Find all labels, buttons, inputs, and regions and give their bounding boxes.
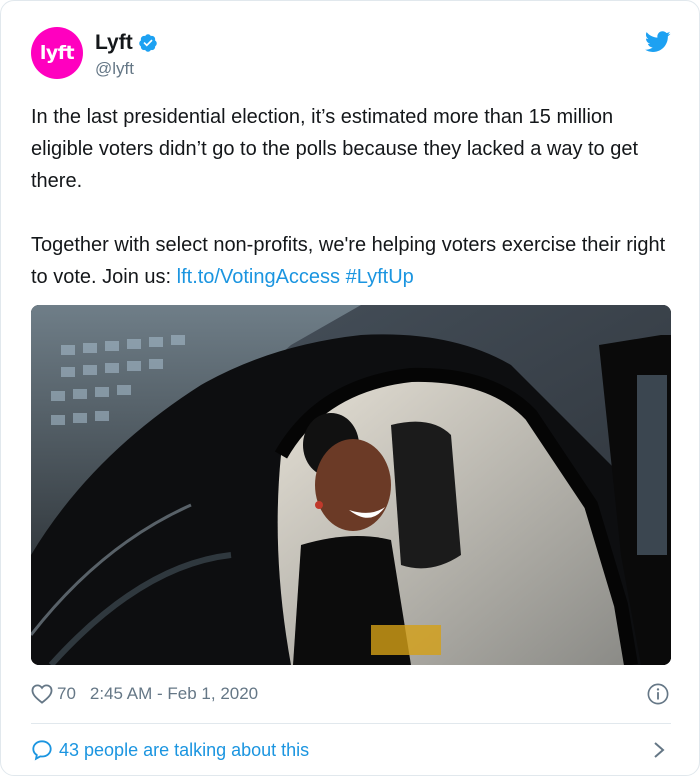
- talking-about-text: 43 people are talking about this: [59, 739, 310, 760]
- display-name[interactable]: Lyft: [95, 31, 133, 55]
- info-icon[interactable]: [647, 683, 669, 705]
- tweet-meta: 70 2:45 AM - Feb 1, 2020: [31, 679, 671, 709]
- tweet-paragraph-2: Together with select non-profits, we're …: [31, 229, 671, 293]
- like-count[interactable]: 70: [57, 684, 76, 704]
- tweet-header: lyft Lyft @lyft: [31, 27, 671, 83]
- voting-access-link[interactable]: lft.to/VotingAccess: [177, 266, 340, 288]
- timestamp[interactable]: 2:45 AM - Feb 1, 2020: [90, 684, 258, 704]
- photo-illustration: [31, 305, 671, 665]
- hashtag-link[interactable]: #LyftUp: [346, 266, 414, 288]
- chevron-right-icon: [654, 742, 665, 758]
- tweet-card: lyft Lyft @lyft In the last presidential…: [0, 0, 700, 776]
- verified-badge-icon: [138, 34, 157, 52]
- tweet-photo[interactable]: [31, 305, 671, 665]
- divider: [31, 723, 671, 724]
- twitter-bird-icon[interactable]: [645, 31, 671, 53]
- tweet-paragraph-1: In the last presidential election, it’s …: [31, 106, 639, 192]
- name-row: Lyft: [95, 31, 158, 55]
- conversation-link[interactable]: 43 people are talking about this: [31, 735, 671, 765]
- avatar[interactable]: lyft: [31, 27, 83, 79]
- speech-bubble-icon: [32, 740, 52, 761]
- tweet-text: In the last presidential election, it’s …: [31, 101, 671, 293]
- avatar-logo-text: lyft: [39, 42, 75, 64]
- handle[interactable]: @lyft: [95, 59, 134, 79]
- heart-icon[interactable]: [31, 684, 53, 704]
